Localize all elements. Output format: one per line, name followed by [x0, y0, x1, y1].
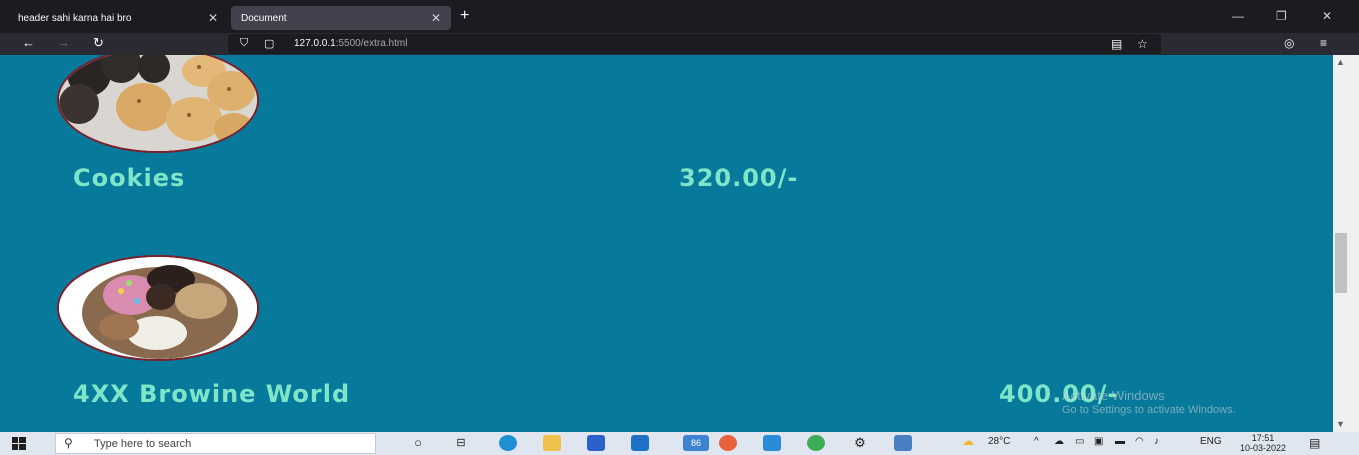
watermark-title: Activate Windows — [1062, 388, 1165, 403]
page-content: Cookies 320.00/- 4XX Browine World 400.0… — [0, 55, 1333, 432]
shield-icon[interactable]: ⛉ — [240, 37, 248, 50]
minimize-icon[interactable]: — — [1232, 9, 1244, 23]
vertical-scrollbar[interactable]: ▲ ▼ — [1333, 55, 1349, 432]
product-name: 4XX Browine World — [73, 380, 351, 408]
url-host: 127.0.0.1 — [294, 38, 336, 49]
chrome-icon[interactable] — [807, 435, 825, 451]
product-name: Cookies — [73, 164, 186, 192]
tab-bar: header sahi karna hai bro ✕ Document ✕ +… — [0, 0, 1359, 33]
brownie-image — [57, 255, 259, 361]
watermark-subtitle: Go to Settings to activate Windows. — [1062, 404, 1236, 416]
weather-temperature[interactable]: 28°C — [988, 436, 1010, 447]
weather-sun-icon[interactable]: ☁ — [962, 434, 974, 448]
back-icon[interactable]: ← — [22, 35, 35, 50]
task-view-icon[interactable]: ⊟ — [452, 435, 470, 451]
vscode-icon[interactable] — [763, 435, 781, 451]
tab-header-page[interactable]: header sahi karna hai bro ✕ — [8, 6, 228, 30]
url-bar[interactable]: ⛉ ▢ 127.0.0.1:5500/extra.html ▤ ☆ — [228, 34, 1161, 54]
scroll-up-icon[interactable]: ▲ — [1336, 57, 1345, 67]
maximize-icon[interactable]: ❐ — [1276, 9, 1287, 23]
notification-icon[interactable]: ▤ — [1309, 436, 1320, 450]
new-tab-icon[interactable]: + — [460, 7, 469, 25]
tab-label: Document — [241, 12, 287, 24]
url-text[interactable]: 127.0.0.1:5500/extra.html — [294, 38, 407, 49]
tab-document[interactable]: Document ✕ — [231, 6, 451, 30]
search-placeholder: Type here to search — [94, 438, 192, 450]
reload-icon[interactable]: ↻ — [93, 35, 104, 51]
battery-icon[interactable]: ▭ — [1075, 436, 1084, 447]
window-edge — [1349, 55, 1359, 432]
network-icon[interactable]: ▬ — [1115, 436, 1125, 447]
tray-expand-icon[interactable]: ^ — [1034, 436, 1039, 447]
wifi-icon[interactable]: ◠ — [1135, 436, 1144, 447]
scrollbar-thumb[interactable] — [1335, 233, 1347, 293]
taskbar-search[interactable]: ⚲ Type here to search — [55, 433, 376, 454]
nav-bar: ← → ↻ ⛉ ▢ 127.0.0.1:5500/extra.html ▤ ☆ … — [0, 33, 1359, 55]
app-menu-icon[interactable]: ≡ — [1320, 36, 1327, 50]
close-tab-icon[interactable]: ✕ — [208, 11, 218, 25]
reader-view-icon[interactable]: ▤ — [1111, 37, 1122, 51]
cloud-icon[interactable]: ☁ — [1054, 436, 1064, 447]
close-window-icon[interactable]: ✕ — [1322, 9, 1332, 23]
tab-label: header sahi karna hai bro — [18, 12, 132, 24]
volume-icon[interactable]: ♪ — [1154, 436, 1159, 447]
store-icon[interactable] — [587, 435, 605, 451]
edge-icon[interactable] — [499, 435, 517, 451]
photos-icon[interactable]: 86 — [683, 435, 709, 451]
language-indicator[interactable]: ENG — [1200, 436, 1222, 447]
app-icon[interactable] — [894, 435, 912, 451]
taskbar: ⚲ Type here to search ○ ⊟ 86 ⚙ ☁ 28°C ^ … — [0, 432, 1359, 455]
close-tab-icon[interactable]: ✕ — [431, 11, 441, 25]
pocket-icon[interactable]: ◎ — [1284, 36, 1294, 50]
clock[interactable]: 17:51 10-03-2022 — [1236, 433, 1290, 453]
url-path: :5500/extra.html — [335, 38, 408, 49]
cortana-icon[interactable]: ○ — [409, 435, 427, 451]
forward-icon[interactable]: → — [57, 35, 70, 50]
bookmark-star-icon[interactable]: ☆ — [1137, 37, 1148, 51]
display-icon[interactable]: ▣ — [1094, 436, 1103, 447]
activation-watermark: Activate Windows Go to Settings to activ… — [1062, 388, 1236, 418]
scroll-down-icon[interactable]: ▼ — [1336, 419, 1345, 429]
search-icon: ⚲ — [64, 436, 73, 450]
file-explorer-icon[interactable] — [543, 435, 561, 451]
windows-start-icon[interactable] — [12, 437, 26, 450]
mail-icon[interactable] — [631, 435, 649, 451]
page-info-icon[interactable]: ▢ — [264, 37, 274, 50]
clock-time: 17:51 — [1251, 433, 1275, 443]
cookies-image — [57, 55, 259, 153]
product-price: 320.00/- — [679, 164, 799, 192]
clock-date: 10-03-2022 — [1239, 443, 1287, 453]
firefox-icon[interactable] — [719, 435, 737, 451]
settings-gear-icon[interactable]: ⚙ — [851, 435, 869, 451]
